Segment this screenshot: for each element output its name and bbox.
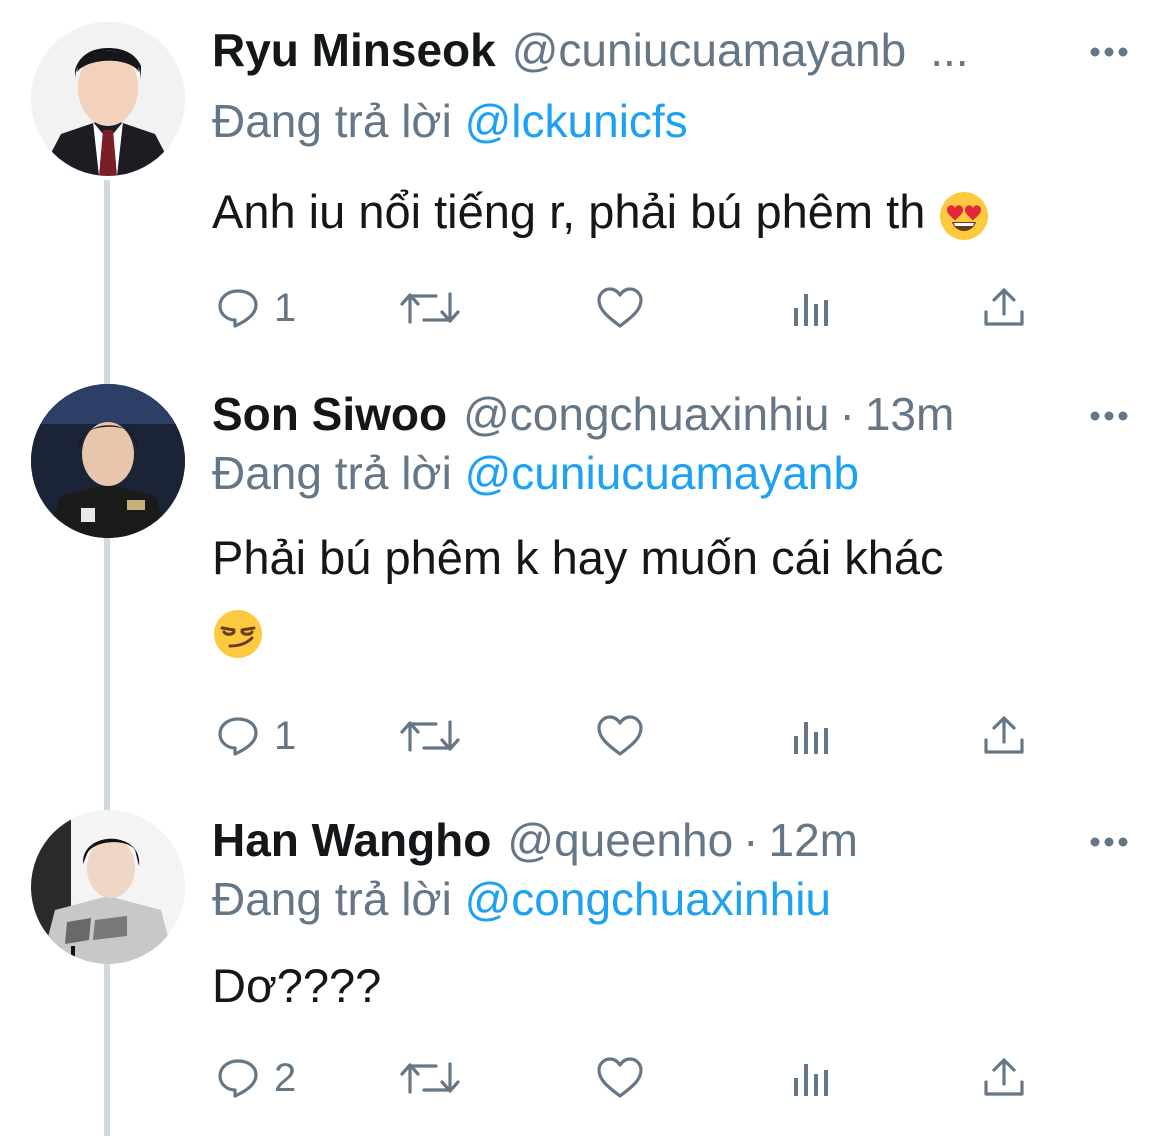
replying-to-label: Đang trả lời (212, 873, 452, 925)
retweet-icon (400, 1062, 460, 1094)
heart-eyes-emoji (940, 191, 989, 240)
share-icon (984, 716, 1024, 754)
timestamp: ... (930, 24, 969, 76)
display-name[interactable]: Han Wangho (212, 813, 491, 867)
tweet-text-content: Dơ???? (212, 959, 382, 1012)
tweet-actions: 1 (212, 278, 1062, 338)
tweet-text-content: Anh iu nổi tiếng r, phải bú phêm th (212, 185, 926, 238)
tweet-text: Anh iu nổi tiếng r, phải bú phêm th (212, 178, 1112, 246)
reply-icon (218, 1059, 258, 1098)
timestamp: 13m (864, 388, 955, 440)
retweet-icon (400, 720, 460, 752)
retweet-button[interactable] (400, 278, 460, 338)
avatar[interactable] (31, 810, 185, 964)
display-name[interactable]: Son Siwoo (212, 387, 447, 441)
analytics-icon (794, 294, 828, 326)
share-button[interactable] (982, 278, 1026, 338)
reply-button[interactable]: 1 (216, 706, 296, 766)
reply-count: 1 (274, 285, 297, 330)
avatar[interactable] (31, 384, 185, 538)
avatar-image (31, 810, 185, 964)
share-icon (984, 1058, 1024, 1096)
user-handle[interactable]: @queenho (507, 813, 733, 867)
avatar-image (31, 22, 185, 176)
reply-icon (218, 289, 258, 328)
separator: · (743, 814, 759, 866)
share-button[interactable] (982, 1048, 1026, 1108)
tweet-text: Phải bú phêm k hay muốn cái khác (212, 524, 1112, 660)
replying-to-handle[interactable]: @congchuaxinhiu (465, 873, 831, 925)
tweet-text: Dơ???? (212, 952, 1112, 1020)
reply-button[interactable]: 2 (216, 1048, 296, 1108)
avatar-image (31, 384, 185, 538)
retweet-button[interactable] (400, 1048, 460, 1108)
retweet-button[interactable] (400, 706, 460, 766)
user-handle[interactable]: @cuniucuamayanb (512, 23, 906, 77)
thread-line (104, 180, 110, 1136)
like-button[interactable] (596, 706, 644, 766)
tweet-text-content: Phải bú phêm k hay muốn cái khác (212, 531, 944, 584)
user-handle[interactable]: @congchuaxinhiu (463, 387, 829, 441)
like-button[interactable] (596, 278, 644, 338)
reply-count: 2 (274, 1055, 297, 1100)
replying-to-label: Đang trả lời (212, 95, 452, 147)
timestamp: 12m (768, 814, 858, 866)
analytics-icon (794, 1064, 828, 1096)
analytics-button[interactable] (792, 278, 832, 338)
reply-button[interactable]: 1 (216, 278, 296, 338)
replying-to-label: Đang trả lời (212, 447, 452, 499)
share-button[interactable] (982, 706, 1026, 766)
reply-icon (218, 717, 258, 756)
share-icon (984, 288, 1024, 326)
replying-to-handle[interactable]: @cuniucuamayanb (465, 447, 859, 499)
tweet-actions: 2 (212, 1048, 1062, 1108)
tweet-actions: 1 (212, 706, 1062, 766)
replying-to: Đang trả lời @cuniucuamayanb (212, 446, 859, 500)
analytics-button[interactable] (792, 1048, 832, 1108)
more-options-icon[interactable] (1088, 396, 1130, 436)
analytics-button[interactable] (792, 706, 832, 766)
retweet-icon (400, 292, 460, 324)
heart-icon (597, 715, 643, 756)
tweet-header: Son Siwoo @congchuaxinhiu · 13m (212, 380, 1082, 448)
replying-to: Đang trả lời @congchuaxinhiu (212, 872, 831, 926)
replying-to-handle[interactable]: @lckunicfs (465, 95, 688, 147)
smirk-emoji (214, 609, 262, 658)
more-options-icon[interactable] (1088, 822, 1130, 862)
heart-icon (597, 287, 643, 328)
analytics-icon (794, 722, 828, 754)
avatar[interactable] (31, 22, 185, 176)
tweet-header: Ryu Minseok @cuniucuamayanb ... (212, 16, 1082, 84)
separator: · (839, 388, 855, 440)
more-options-icon[interactable] (1088, 32, 1130, 72)
display-name[interactable]: Ryu Minseok (212, 23, 496, 77)
tweet-header: Han Wangho @queenho · 12m (212, 806, 1082, 874)
reply-count: 1 (274, 713, 297, 758)
heart-icon (597, 1057, 643, 1098)
like-button[interactable] (596, 1048, 644, 1108)
replying-to: Đang trả lời @lckunicfs (212, 94, 688, 148)
